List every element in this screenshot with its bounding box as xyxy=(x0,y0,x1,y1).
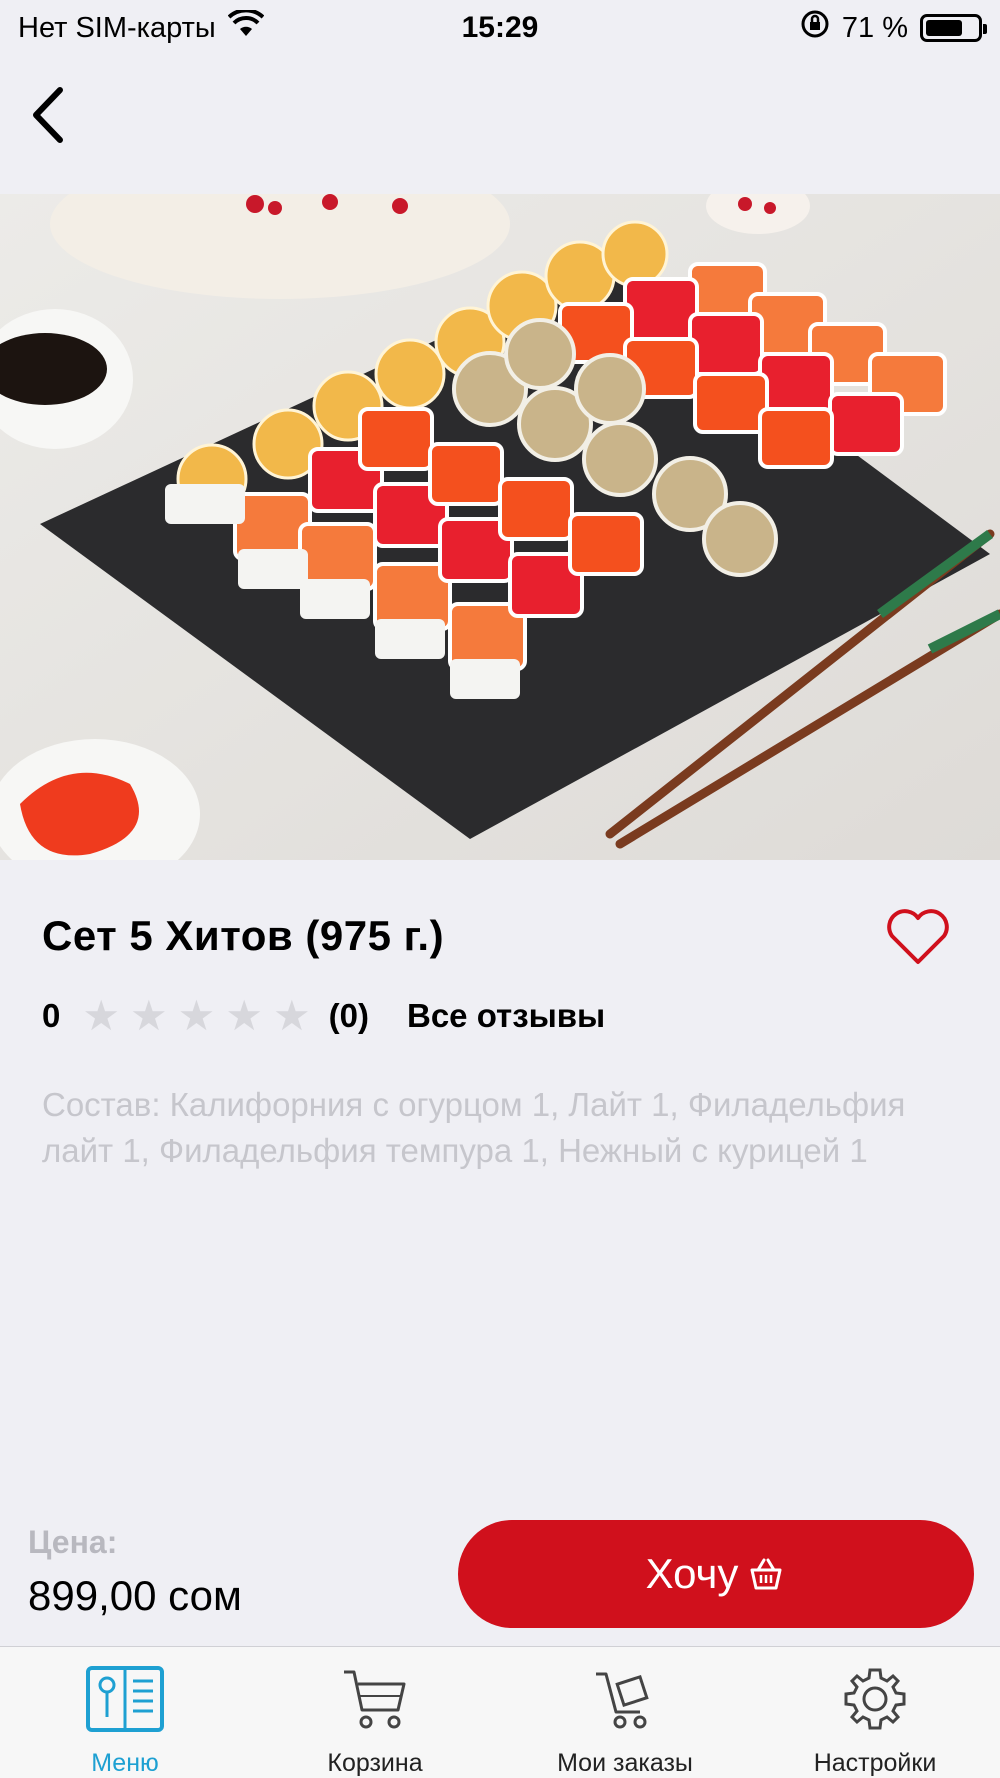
want-button[interactable]: Хочу xyxy=(458,1520,974,1628)
tab-bar: Меню Корзина Мои заказы Настройки xyxy=(0,1646,1000,1778)
rating-row: 0 ★ ★ ★ ★ ★ (0) Все отзывы xyxy=(42,992,605,1040)
cart-icon xyxy=(344,1670,406,1729)
tab-cart[interactable]: Корзина xyxy=(250,1647,500,1778)
chevron-left-icon xyxy=(33,87,63,143)
star-icon: ★ xyxy=(82,992,121,1039)
star-icon: ★ xyxy=(130,992,168,1039)
rating-value: 0 xyxy=(42,997,61,1034)
tab-menu[interactable]: Меню xyxy=(0,1647,250,1778)
back-button[interactable] xyxy=(18,80,78,150)
tab-cart-label: Корзина xyxy=(327,1749,423,1777)
battery-fill xyxy=(926,20,962,36)
tab-menu-label: Меню xyxy=(91,1749,159,1777)
price-label: Цена: xyxy=(28,1524,118,1560)
rating-stars: ★ ★ ★ ★ ★ xyxy=(82,995,310,1037)
product-image xyxy=(0,194,1000,860)
tab-settings-label: Настройки xyxy=(813,1749,937,1777)
tab-orders-label: Мои заказы xyxy=(557,1749,693,1777)
product-description: Состав: Калифорния с огурцом 1, Лайт 1, … xyxy=(42,1086,906,1169)
status-right: 71 % xyxy=(800,9,987,47)
product-title: Сет 5 Хитов (975 г.) xyxy=(42,912,445,959)
wifi-icon xyxy=(227,8,265,46)
want-button-label: Хочу xyxy=(645,1550,739,1597)
all-reviews-link[interactable]: Все отзывы xyxy=(407,997,605,1035)
reviews-count: (0) xyxy=(328,997,369,1034)
star-icon: ★ xyxy=(225,992,263,1039)
favorite-button[interactable] xyxy=(884,906,952,968)
status-left: Нет SIM-карты xyxy=(18,8,265,46)
tab-orders[interactable]: Мои заказы xyxy=(500,1647,750,1778)
menu-book-icon xyxy=(86,1666,164,1732)
carrier-label: Нет SIM-карты xyxy=(18,11,216,44)
orders-cart-icon xyxy=(596,1672,649,1729)
heart-outline-icon xyxy=(887,909,949,964)
orientation-lock-icon xyxy=(800,9,830,47)
basket-icon xyxy=(750,1558,782,1590)
tab-settings[interactable]: Настройки xyxy=(750,1647,1000,1778)
price-value: 899,00 сом xyxy=(28,1572,242,1619)
star-icon: ★ xyxy=(272,992,311,1039)
nav-bar xyxy=(0,56,1000,194)
battery-percent: 71 % xyxy=(841,11,908,44)
gear-icon xyxy=(844,1668,906,1730)
status-bar: Нет SIM-карты 15:29 71 % xyxy=(0,0,1000,56)
battery-icon xyxy=(920,14,987,42)
star-icon: ★ xyxy=(177,992,216,1039)
